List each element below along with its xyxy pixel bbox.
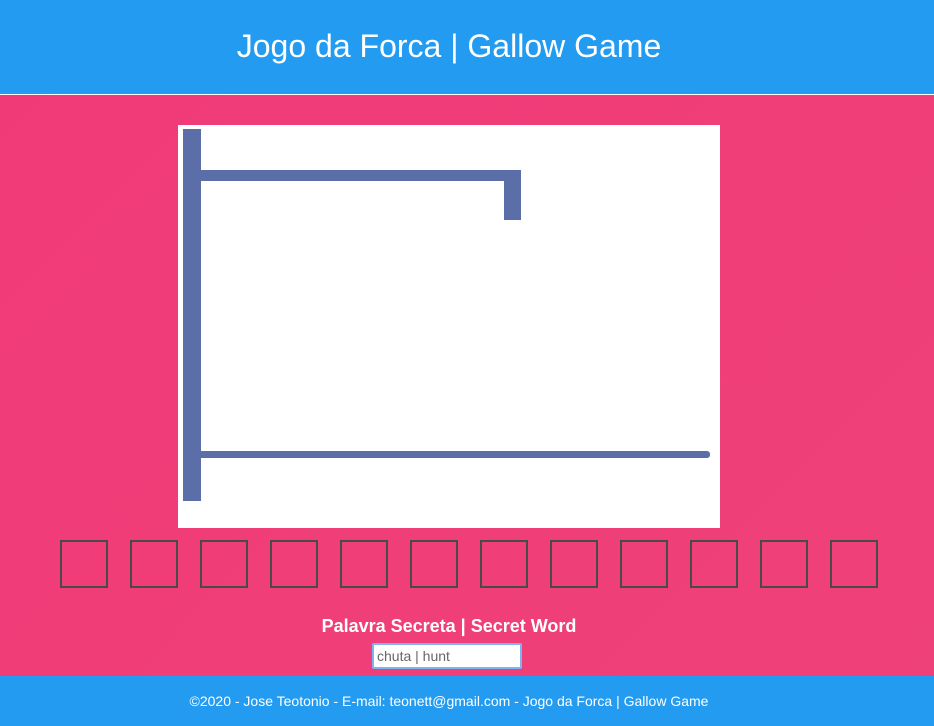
letter-box — [550, 540, 598, 588]
letter-box — [620, 540, 668, 588]
letter-box — [760, 540, 808, 588]
letter-box — [340, 540, 388, 588]
letter-box — [690, 540, 738, 588]
letter-box — [410, 540, 458, 588]
secret-word-label: Palavra Secreta | Secret Word — [321, 616, 577, 636]
gallows-drawing — [183, 129, 710, 501]
letter-box — [60, 540, 108, 588]
page-footer: ©2020 - Jose Teotonio - E-mail: teonett@… — [0, 676, 934, 726]
footer-text: ©2020 - Jose Teotonio - E-mail: teonett@… — [189, 693, 709, 709]
gallows-board — [178, 125, 720, 528]
letter-box — [830, 540, 878, 588]
page-header: Jogo da Forca | Gallow Game — [0, 0, 934, 95]
letter-box — [130, 540, 178, 588]
letter-box — [270, 540, 318, 588]
gallows-rope — [504, 170, 521, 220]
page-title: Jogo da Forca | Gallow Game — [236, 28, 662, 64]
letter-box — [480, 540, 528, 588]
secret-word-letters — [60, 540, 880, 588]
gallows-post — [183, 129, 201, 501]
gallows-beam — [198, 170, 520, 181]
letter-box — [200, 540, 248, 588]
guess-input[interactable] — [372, 643, 522, 669]
gallows-base — [198, 451, 710, 458]
